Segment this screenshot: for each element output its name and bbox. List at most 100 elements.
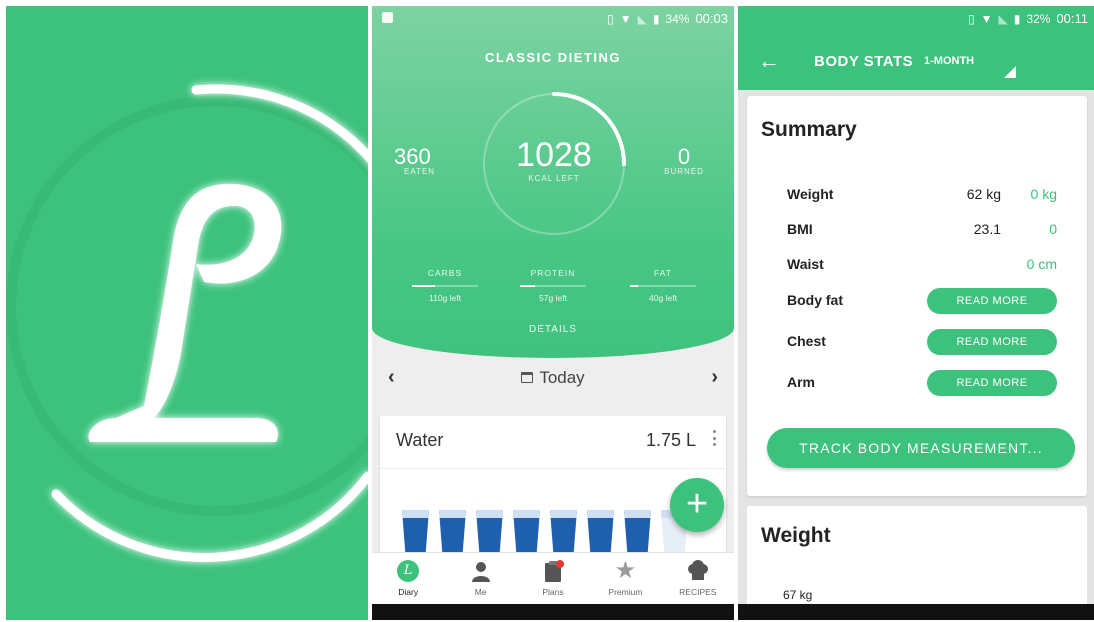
calendar-icon — [521, 372, 534, 383]
chef-hat-icon — [687, 560, 708, 580]
stat-row-bmi: BMI 23.1 0 — [747, 221, 1087, 245]
water-title: Water — [396, 430, 444, 450]
glass-rim — [402, 510, 429, 518]
water-glass[interactable] — [550, 510, 577, 552]
details-link[interactable]: DETAILS — [372, 324, 734, 335]
vibrate-icon: ▯ — [968, 11, 975, 26]
track-body-measurement-button[interactable]: TRACK BODY MEASUREMENT... — [767, 428, 1075, 468]
summary-title: Summary — [761, 118, 857, 141]
nav-item-premium[interactable]: ★ Premium — [589, 553, 661, 604]
bottom-navigation: L Diary Me Plans ★ Premium RECIPES — [372, 552, 734, 604]
macro-left: 40g left — [649, 293, 677, 303]
battery-percent: 34% — [665, 11, 690, 26]
macro-bar — [412, 285, 478, 287]
system-nav-bar — [738, 604, 1094, 620]
stat-change: 0 — [1049, 221, 1057, 237]
macro-protein: PROTEIN 57g left — [520, 268, 586, 303]
person-icon — [471, 562, 490, 582]
nav-label: Diary — [398, 587, 419, 597]
read-more-button[interactable]: READ MORE — [927, 288, 1057, 314]
nav-label: Me — [474, 587, 487, 597]
diary-logo-icon: L — [397, 560, 420, 582]
stat-label: Chest — [787, 333, 826, 349]
page-title: BODY STATS — [814, 53, 914, 70]
eaten-label: EATEN — [404, 167, 436, 176]
date-selector[interactable]: Today — [372, 368, 734, 388]
wifi-icon: ▼ — [980, 11, 993, 26]
nav-label: Plans — [542, 587, 564, 597]
divider — [380, 468, 726, 469]
water-glass[interactable] — [624, 510, 651, 552]
vibrate-icon: ▯ — [607, 11, 614, 26]
glass-rim — [624, 510, 651, 518]
stat-row-weight: Weight 62 kg 0 kg — [747, 186, 1087, 210]
dropdown-caret-icon[interactable] — [1004, 66, 1016, 78]
stat-label: Waist — [787, 256, 824, 272]
stat-row-waist: Waist 0 cm — [747, 256, 1087, 280]
macro-bar-fill — [520, 285, 535, 287]
water-amount: 1.75 L — [645, 430, 696, 450]
stat-value: 62 kg — [966, 186, 1001, 202]
battery-icon: ▮ — [1013, 11, 1021, 26]
macro-label: PROTEIN — [530, 268, 576, 278]
macro-label: FAT — [654, 268, 672, 278]
macro-bar-fill — [630, 285, 638, 287]
date-label: Today — [539, 368, 585, 387]
status-time: 00:03 — [695, 11, 728, 26]
macro-bar-fill — [412, 285, 436, 287]
stat-label: BMI — [787, 221, 813, 237]
status-time: 00:11 — [1056, 11, 1088, 26]
chevron-right-icon[interactable]: › — [711, 366, 718, 389]
system-nav-bar — [372, 604, 734, 620]
nav-label: Premium — [608, 587, 643, 597]
burned-label: BURNED — [664, 167, 704, 176]
read-more-button[interactable]: READ MORE — [927, 329, 1057, 355]
status-bar: ▯ ▼ ◣ ▮ 32% 00:11 — [738, 6, 1094, 30]
gallery-notification-icon — [382, 12, 393, 23]
water-glass[interactable] — [402, 510, 429, 552]
status-bar: ▯ ▼ ◣ ▮ 34% 00:03 — [372, 6, 734, 30]
glass-rim — [550, 510, 577, 518]
glass-rim — [513, 510, 540, 518]
stat-change: 0 kg — [1030, 186, 1057, 202]
kcal-left-label: KCAL LEFT — [528, 174, 580, 183]
nav-item-me[interactable]: Me — [444, 553, 516, 604]
macro-left: 57g left — [539, 293, 567, 303]
water-glass[interactable] — [513, 510, 540, 552]
water-glass[interactable] — [476, 510, 503, 552]
add-fab-button[interactable]: + — [670, 478, 724, 532]
stat-row-arm: Arm READ MORE — [747, 370, 1087, 398]
macro-carbs: CARBS 110g left — [412, 268, 478, 303]
stat-value: 23.1 — [973, 221, 1001, 237]
star-icon: ★ — [614, 557, 637, 584]
date-navigator: ‹ Today › — [372, 360, 734, 400]
glass-rim — [439, 510, 466, 518]
nav-item-plans[interactable]: Plans — [517, 553, 589, 604]
splash-screen — [6, 6, 368, 620]
glass-rim — [476, 510, 503, 518]
read-more-button[interactable]: READ MORE — [927, 370, 1057, 396]
back-arrow-icon[interactable]: ← — [758, 48, 780, 74]
plus-icon: + — [685, 483, 709, 525]
diary-screen: ▯ ▼ ◣ ▮ 34% 00:03 CLASSIC DIETING 1028 K… — [372, 6, 734, 620]
nav-item-diary[interactable]: L Diary — [372, 553, 444, 604]
stat-label: Arm — [787, 374, 816, 390]
period-selector[interactable]: 1-MONTH — [924, 55, 974, 67]
macro-label: CARBS — [427, 268, 463, 278]
stat-change: 0 cm — [1026, 256, 1057, 272]
stat-label: Weight — [787, 186, 834, 202]
battery-percent: 32% — [1026, 11, 1051, 26]
summary-card: Summary Weight 62 kg 0 kg BMI 23.1 0 Wai… — [747, 96, 1087, 496]
nav-item-recipes[interactable]: RECIPES — [662, 553, 734, 604]
stat-row-body-fat: Body fat READ MORE — [747, 288, 1087, 316]
overflow-menu-icon[interactable] — [712, 430, 716, 446]
macro-bar — [630, 285, 696, 287]
stat-label: Body fat — [787, 292, 843, 308]
clipboard-icon — [545, 560, 565, 582]
water-glass[interactable] — [587, 510, 614, 552]
app-bar: ▯ ▼ ◣ ▮ 32% 00:11 ← BODY STATS 1-MONTH — [738, 6, 1094, 90]
macro-bar — [520, 285, 586, 287]
plan-title[interactable]: CLASSIC DIETING — [372, 50, 734, 65]
water-glass[interactable] — [439, 510, 466, 552]
weight-axis-label: 67 kg — [783, 588, 813, 602]
